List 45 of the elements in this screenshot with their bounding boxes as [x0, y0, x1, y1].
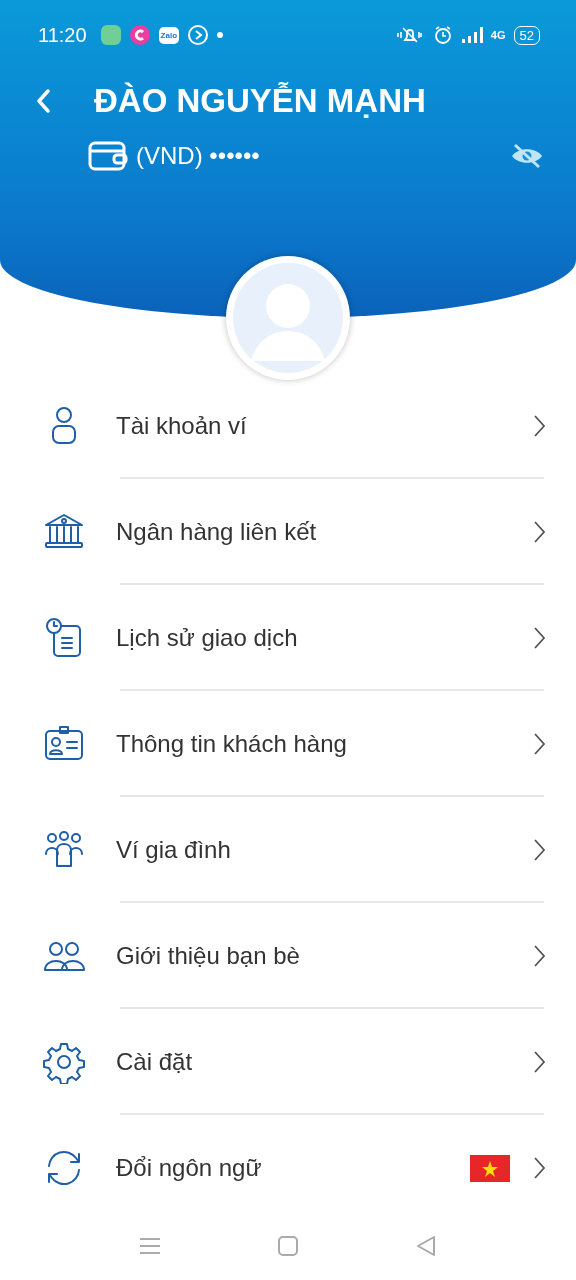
zalo-app-icon: Zalo: [158, 26, 180, 44]
avatar[interactable]: [226, 256, 350, 380]
menu-label: Thông tin khách hàng: [116, 730, 348, 758]
back-triangle-icon[interactable]: [415, 1234, 437, 1257]
menu-icon[interactable]: [139, 1235, 161, 1256]
wallet-icon: [88, 140, 128, 172]
balance-text: (VND) ••••••: [136, 142, 260, 170]
menu-label: Tài khoản ví: [116, 412, 248, 440]
settings-icon: [42, 1040, 86, 1084]
chevron-right-icon: [532, 944, 546, 968]
chevron-right-icon: [532, 414, 546, 438]
chevron-right-icon: [532, 520, 546, 544]
chevron-right-icon: [532, 732, 546, 756]
mute-bell-icon: [394, 25, 425, 45]
alarm-icon: [432, 25, 453, 45]
menu-label: Ngân hàng liên kết: [116, 518, 318, 546]
menu-item[interactable]: Giới thiệu bạn bè: [0, 903, 576, 1009]
menu-label: Đổi ngôn ngữ: [116, 1154, 263, 1182]
person-silhouette-icon: [233, 263, 343, 373]
home-icon[interactable]: [277, 1234, 299, 1257]
app-icon: [128, 24, 151, 46]
menu-item[interactable]: Ví gia đình: [0, 797, 576, 903]
menu-label: Ví gia đình: [116, 836, 232, 864]
battery-level: 52: [513, 25, 540, 45]
account-name: ĐÀO NGUYỄN MẠNH: [94, 82, 426, 120]
chevron-right-icon: [532, 1156, 546, 1180]
menu-label: Giới thiệu bạn bè: [116, 942, 301, 970]
menu-item[interactable]: Thông tin khách hàng: [0, 691, 576, 797]
signal-icon: [460, 26, 483, 44]
chevron-right-icon: [532, 838, 546, 862]
menu-label: Lịch sử giao dịch: [116, 624, 299, 652]
network-type: 4G: [490, 29, 506, 41]
notification-dot: [217, 32, 224, 38]
play-circle-icon: [187, 24, 210, 46]
menu-label: Cài đặt: [116, 1048, 194, 1076]
chevron-right-icon: [532, 1050, 546, 1074]
menu-item[interactable]: Đổi ngôn ngữ: [0, 1115, 576, 1221]
menu-item[interactable]: Cài đặt: [0, 1009, 576, 1115]
eye-slash-icon[interactable]: [510, 143, 544, 169]
menu-item[interactable]: Tài khoản ví: [0, 373, 576, 479]
menu-item[interactable]: Lịch sử giao dịch: [0, 585, 576, 691]
menu-item[interactable]: Ngân hàng liên kết: [0, 479, 576, 585]
chevron-right-icon: [532, 626, 546, 650]
chat-app-icon: [100, 25, 121, 45]
status-time: 11:20: [38, 23, 87, 47]
